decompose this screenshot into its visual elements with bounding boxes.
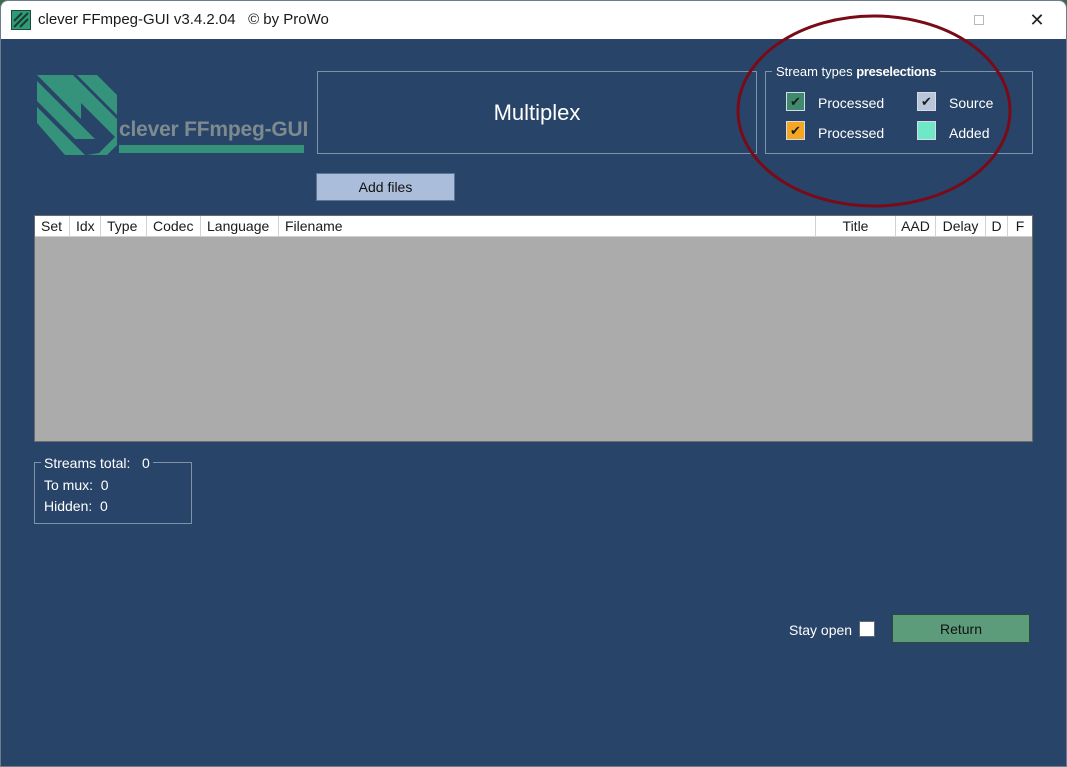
table-header: Set Idx Type Codec Language Filename Tit… bbox=[35, 216, 1032, 237]
streams-table[interactable]: Set Idx Type Codec Language Filename Tit… bbox=[34, 215, 1033, 442]
stream-stats-group: Streams total: 0 To mux: 0 Hidden: 0 bbox=[34, 455, 192, 524]
processed-video-label: Processed bbox=[818, 95, 885, 111]
column-header-aad[interactable]: AAD bbox=[896, 216, 936, 237]
app-window: clever FFmpeg-GUI v3.4.2.04 © by ProWo ✕… bbox=[0, 0, 1067, 767]
processed-audio-label: Processed bbox=[818, 125, 885, 141]
add-files-button[interactable]: Add files bbox=[316, 173, 455, 201]
logo-underline bbox=[119, 145, 304, 153]
streams-total: Streams total: 0 bbox=[41, 455, 153, 471]
column-header-idx[interactable]: Idx bbox=[70, 216, 101, 237]
stay-open-label: Stay open bbox=[789, 622, 853, 638]
column-header-language[interactable]: Language bbox=[201, 216, 279, 237]
checkmark-icon: ✔ bbox=[921, 94, 932, 109]
added-checkbox[interactable] bbox=[917, 121, 936, 140]
title-bar[interactable]: clever FFmpeg-GUI v3.4.2.04 © by ProWo ✕ bbox=[1, 1, 1066, 39]
hidden-label: Hidden: bbox=[44, 498, 93, 514]
checkmark-icon: ✔ bbox=[790, 94, 801, 109]
logo-text: clever FFmpeg-GUI bbox=[119, 118, 309, 141]
mode-panel: Multiplex bbox=[317, 71, 757, 154]
processed-audio-checkbox[interactable]: ✔ bbox=[786, 121, 805, 140]
to-mux-label: To mux: bbox=[44, 477, 94, 493]
column-header-filename[interactable]: Filename bbox=[279, 216, 816, 237]
maximize-icon bbox=[974, 15, 984, 25]
stay-open-checkbox[interactable] bbox=[859, 621, 875, 637]
streams-total-label: Streams total: bbox=[44, 455, 131, 471]
column-header-codec[interactable]: Codec bbox=[147, 216, 201, 237]
hidden: Hidden: 0 bbox=[44, 498, 108, 514]
column-header-delay[interactable]: Delay bbox=[936, 216, 986, 237]
app-logo-icon bbox=[11, 10, 31, 30]
checkmark-icon: ✔ bbox=[790, 123, 801, 138]
hidden-value: 0 bbox=[100, 498, 108, 514]
added-label: Added bbox=[949, 125, 990, 141]
return-button[interactable]: Return bbox=[892, 614, 1030, 643]
source-label: Source bbox=[949, 95, 994, 111]
close-icon: ✕ bbox=[1029, 9, 1045, 30]
to-mux-value: 0 bbox=[100, 477, 109, 493]
column-header-d[interactable]: D bbox=[986, 216, 1008, 237]
stream-types-legend: Stream types preselections bbox=[772, 64, 941, 79]
source-checkbox[interactable]: ✔ bbox=[917, 92, 936, 111]
close-button[interactable]: ✕ bbox=[1014, 1, 1060, 39]
to-mux: To mux: 0 bbox=[44, 477, 109, 493]
column-header-f[interactable]: F bbox=[1008, 216, 1032, 237]
processed-video-checkbox[interactable]: ✔ bbox=[786, 92, 805, 111]
column-header-type[interactable]: Type bbox=[101, 216, 147, 237]
streams-total-value: 0 bbox=[142, 455, 150, 471]
stream-types-group: Stream types preselections ✔ Processed ✔… bbox=[765, 64, 1033, 154]
maximize-button[interactable] bbox=[956, 1, 1002, 39]
column-header-title[interactable]: Title bbox=[816, 216, 896, 237]
column-header-set[interactable]: Set bbox=[35, 216, 70, 237]
window-title: clever FFmpeg-GUI v3.4.2.04 © by ProWo bbox=[38, 11, 329, 28]
mode-title: Multiplex bbox=[493, 99, 581, 125]
